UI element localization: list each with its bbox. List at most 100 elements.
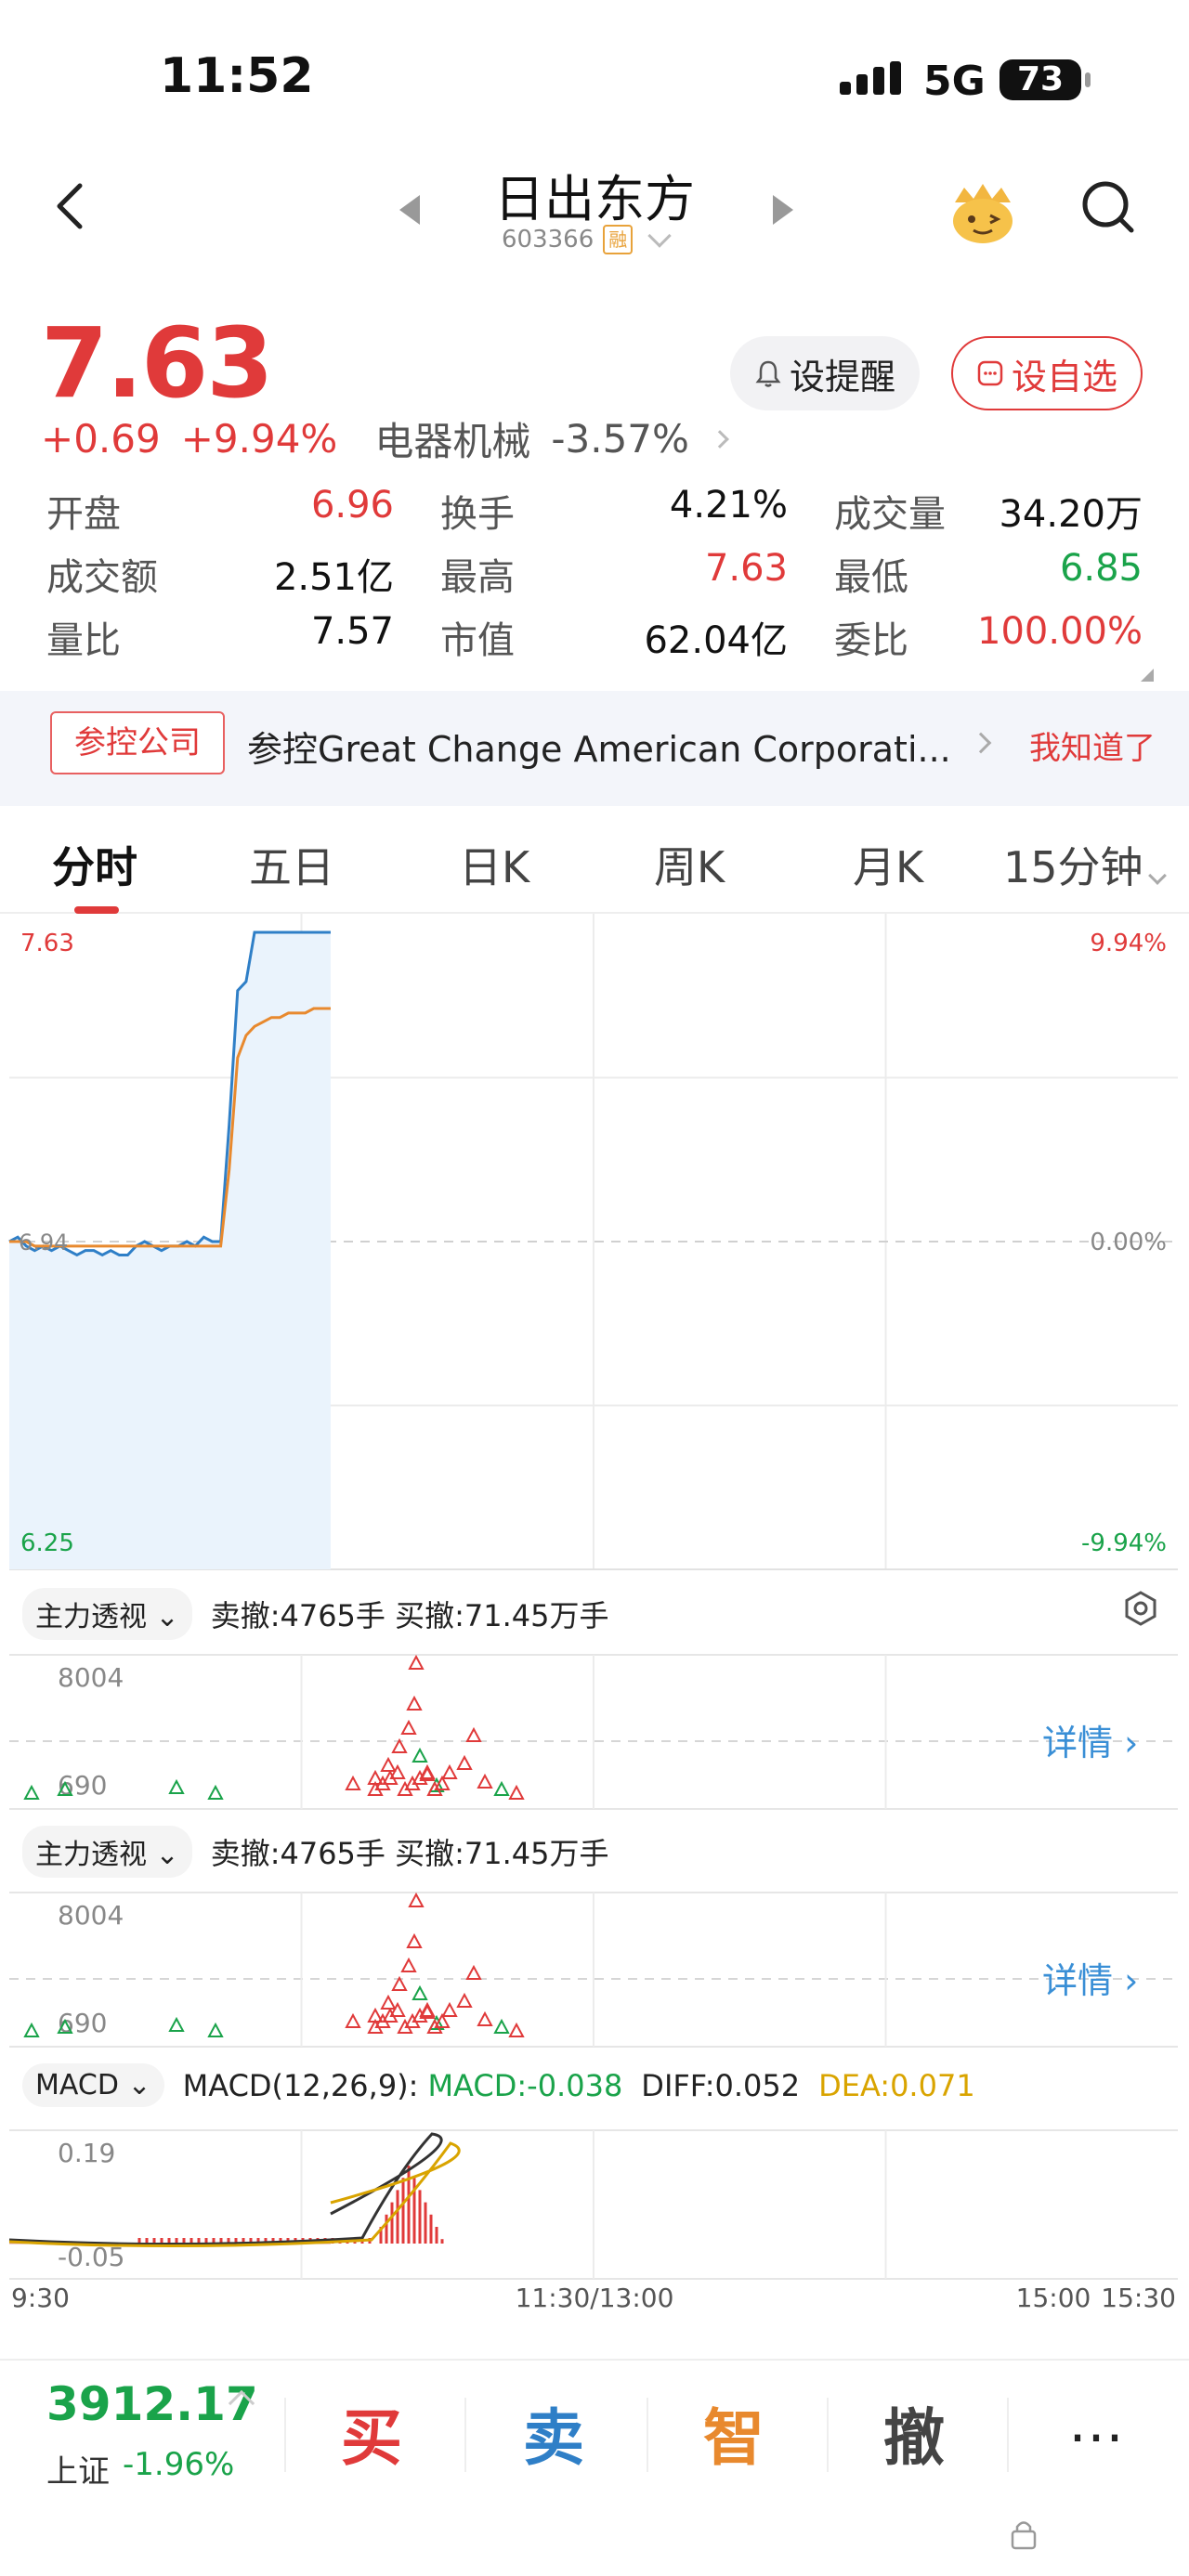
flow-panel-header: 主力透视 ⌄ 卖撤:4765手 买撤:71.45万手 (22, 1826, 608, 1878)
status-time: 11:52 (160, 48, 314, 104)
favorite-icon (977, 360, 1003, 386)
stat-open: 开盘 6.96 (46, 484, 440, 538)
status-bar: 11:52 5G 73 (0, 0, 1189, 158)
stat-value: 6.85 (1059, 547, 1143, 590)
tab-active-indicator (74, 906, 119, 914)
flow-indicator-selector[interactable]: 主力透视 ⌄ (22, 1588, 192, 1640)
stat-label: 成交额 (46, 556, 158, 599)
price-change-pct: +9.94% (180, 416, 338, 462)
flow-marker (380, 1756, 397, 1772)
set-alert-button[interactable]: 设提醒 (730, 336, 920, 410)
flow-marker (380, 1994, 397, 2010)
tab-intraday[interactable]: 分时 (52, 834, 137, 895)
sector-name[interactable]: 电器机械 (374, 410, 530, 467)
tab-weekly-k[interactable]: 周K (654, 834, 725, 895)
chevron-right-icon (711, 429, 729, 449)
flow-marker (207, 1784, 224, 1800)
search-icon[interactable] (1078, 176, 1137, 236)
set-alert-label: 设提醒 (789, 356, 895, 397)
flow-indicator-name: 主力透视 (35, 1839, 147, 1871)
banner-message[interactable]: 参控Great Change American Corporati... (247, 721, 953, 772)
macd-selector[interactable]: MACD ⌄ (22, 2063, 164, 2107)
stat-label: 最高 (440, 556, 515, 599)
flow-marker (441, 2001, 458, 2017)
flow-marker (465, 1726, 482, 1742)
divider (464, 2398, 466, 2472)
flow-marker (456, 1992, 473, 2008)
back-icon[interactable] (45, 178, 100, 234)
x-label-close: 15:00 (1016, 2283, 1091, 2313)
stock-code: 603366 (502, 226, 594, 254)
macd-value: MACD:-0.038 (427, 2067, 623, 2103)
dea-value: DEA:0.071 (818, 2067, 975, 2103)
expand-corner-icon[interactable] (1141, 669, 1154, 682)
flow-marker (23, 1784, 40, 1800)
flow-marker (406, 1695, 423, 1711)
stat-value: 4.21% (669, 484, 788, 527)
tab-daily-k[interactable]: 日K (459, 834, 529, 895)
macd-name: MACD (35, 2069, 119, 2101)
flow-detail-link[interactable]: 详情 › (1042, 1714, 1138, 1765)
flow-marker (441, 1763, 458, 1779)
flow-marker (465, 1964, 482, 1980)
flow-max-label: 8004 (58, 1662, 124, 1693)
index-value[interactable]: 3912.17 (46, 2377, 258, 2431)
buy-button[interactable]: 买 (316, 2388, 427, 2478)
next-stock-icon[interactable] (773, 195, 793, 225)
flow-detail-label: 详情 (1042, 1960, 1114, 2001)
stat-high: 最高 7.63 (440, 547, 834, 601)
flow-marker (168, 2016, 185, 2032)
stock-code-row[interactable]: 603366 融 (502, 224, 672, 254)
flow-indicator-selector[interactable]: 主力透视 ⌄ (22, 1826, 192, 1878)
add-favorite-button[interactable]: 设自选 (951, 336, 1143, 410)
flow-panel-header: 主力透视 ⌄ 卖撤:4765手 买撤:71.45万手 (22, 1588, 608, 1640)
stat-amount: 成交额 2.51亿 (46, 547, 440, 601)
smart-button[interactable]: 智 (678, 2388, 790, 2478)
stat-value: 2.51亿 (273, 556, 394, 599)
sell-button[interactable]: 卖 (498, 2388, 609, 2478)
tab-five-day[interactable]: 五日 (249, 834, 334, 895)
flow-marker (508, 1784, 525, 1800)
flow-summary: 卖撤:4765手 买撤:71.45万手 (210, 1836, 609, 1871)
flow-marker (400, 1957, 417, 1972)
sector-change: -3.57% (551, 416, 689, 462)
flow-marker (477, 2010, 493, 2026)
banner-tag: 参控公司 (50, 711, 225, 774)
y-label-mid-price: 6.94 (19, 1229, 68, 1255)
more-button[interactable]: ⋯ (1068, 2409, 1130, 2465)
flow-marker (477, 1773, 493, 1789)
tab-monthly-k[interactable]: 月K (853, 834, 923, 895)
y-label-bottom-pct: -9.94% (1081, 1529, 1167, 1557)
mascot-icon[interactable] (946, 175, 1020, 249)
flow-marker (168, 1778, 185, 1794)
flow-marker (406, 1932, 423, 1948)
stat-label: 换手 (440, 493, 515, 536)
stat-value: 7.57 (310, 610, 394, 653)
stats-row: 开盘 6.96 换手 4.21% 成交量 34.20万 (46, 479, 1143, 542)
company-banner[interactable]: 参控公司 参控Great Change American Corporati..… (0, 691, 1189, 806)
stat-label: 最低 (834, 556, 908, 599)
dismiss-banner-button[interactable]: 我知道了 (1029, 722, 1156, 768)
divider (827, 2398, 829, 2472)
network-label: 5G (923, 58, 986, 105)
stat-value: 7.63 (704, 547, 788, 590)
stat-volume: 成交量 34.20万 (834, 484, 1143, 538)
divider (647, 2398, 648, 2472)
chart-area[interactable]: 7.63 6.25 6.94 9.94% 0.00% -9.94% 8004 690 8004 6… (0, 914, 1189, 2316)
y-label-top-pct: 9.94% (1090, 930, 1167, 957)
tab-15min[interactable]: 15分钟 (1003, 834, 1167, 895)
stat-label: 成交量 (834, 493, 946, 536)
cancel-order-button[interactable]: 撤 (858, 2388, 970, 2478)
flow-marker (345, 1775, 361, 1790)
index-row: 上证 -1.96% (46, 2446, 234, 2491)
current-price: 7.63 (41, 306, 274, 420)
flow-detail-link[interactable]: 详情 › (1042, 1952, 1138, 2003)
margin-badge: 融 (603, 225, 634, 254)
settings-icon[interactable] (1122, 1590, 1159, 1627)
index-change: -1.96% (123, 2446, 235, 2483)
stat-market-cap: 市值 62.04亿 (440, 610, 834, 664)
divider (284, 2398, 286, 2472)
stat-label: 开盘 (46, 493, 121, 536)
stock-name: 日出东方 (494, 170, 695, 228)
quote-panel: 7.63 +0.69 +9.94% 电器机械 -3.57% 设提醒 设自选 开盘… (0, 297, 1189, 687)
